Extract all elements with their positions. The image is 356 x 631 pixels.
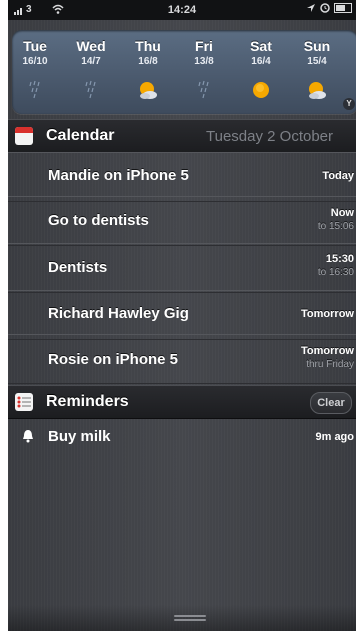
status-time: 14:24: [167, 4, 197, 16]
calendar-event-row[interactable]: Mandie on iPhone 5 Today: [8, 152, 356, 202]
weather-day-temps: 16/8: [138, 56, 158, 67]
weather-widget[interactable]: Tue 16/10 Wed 14/7 Thu 16/8 Fri 13/8 Sat…: [12, 30, 356, 114]
location-arrow-icon: [307, 4, 315, 12]
weather-day: Wed 14/7: [71, 38, 111, 99]
weather-day: Sun 15/4: [297, 38, 337, 99]
event-end: to 16:30: [317, 267, 354, 278]
event-when: Today: [322, 170, 354, 182]
weather-day-name: Sat: [250, 38, 272, 54]
weather-day-name: Thu: [135, 38, 161, 54]
event-when: Tomorrow: [301, 345, 354, 357]
weather-day-name: Fri: [195, 38, 213, 54]
event-when: 15:30: [325, 253, 354, 265]
weather-day-name: Wed: [76, 38, 106, 54]
reminders-icon: [15, 393, 33, 411]
status-right: [306, 3, 352, 13]
bell-icon: [23, 430, 33, 443]
event-end: to 15:06: [317, 221, 354, 232]
weather-day-temps: 16/4: [251, 56, 271, 67]
reminders-title: Reminders: [46, 393, 129, 410]
rain-icon: [85, 80, 96, 99]
status-bar: 3 14:24: [8, 0, 356, 20]
event-title: Richard Hawley Gig: [48, 305, 189, 322]
weather-day-name: Sun: [303, 38, 331, 54]
event-time: Now to 15:06: [318, 207, 354, 232]
weather-day-name: Tue: [23, 38, 47, 54]
rain-icon: [198, 80, 209, 99]
sun-icon: [253, 82, 269, 98]
event-end: thru Friday: [306, 359, 354, 370]
calendar-header[interactable]: Calendar Tuesday 2 October: [8, 119, 356, 153]
event-time: 15:30 to 16:30: [318, 253, 354, 278]
event-title: Mandie on iPhone 5: [48, 167, 189, 184]
rain-icon: [29, 80, 40, 99]
clear-button[interactable]: Clear: [310, 392, 352, 414]
event-time: Tomorrow: [301, 308, 354, 320]
notification-center: 3 14:24 Tue 16/10 Wed 14/7 Thu 16/8 Fri …: [8, 0, 356, 631]
reminder-row[interactable]: Buy milk 9m ago: [8, 420, 356, 460]
event-when: Tomorrow: [301, 308, 354, 320]
calendar-date: Tuesday 2 October: [206, 128, 334, 145]
reminder-title: Buy milk: [48, 428, 111, 445]
calendar-icon: [15, 127, 33, 145]
weather-day-temps: 14/7: [81, 56, 101, 67]
event-time: Today: [322, 170, 354, 182]
weather-day-temps: 16/10: [22, 56, 48, 67]
calendar-event-row[interactable]: Dentists 15:30 to 16:30: [8, 243, 356, 293]
calendar-event-row[interactable]: Richard Hawley Gig Tomorrow: [8, 290, 356, 340]
calendar-event-row[interactable]: Rosie on iPhone 5 Tomorrow thru Friday: [8, 334, 356, 384]
event-title: Go to dentists: [48, 212, 149, 229]
weather-day-temps: 15/4: [307, 56, 327, 67]
event-title: Dentists: [48, 259, 108, 276]
event-time: Tomorrow thru Friday: [301, 345, 354, 370]
event-when: Now: [330, 207, 354, 219]
event-title: Rosie on iPhone 5: [48, 351, 179, 368]
weather-day: Sat 16/4: [241, 38, 281, 98]
weather-day: Thu 16/8: [128, 38, 168, 99]
calendar-title: Calendar: [46, 127, 115, 144]
reminders-header[interactable]: Reminders Clear: [8, 385, 356, 419]
weather-day: Tue 16/10: [15, 38, 55, 99]
yahoo-badge-icon: Y: [343, 98, 355, 110]
weather-day-temps: 13/8: [194, 56, 214, 67]
battery-icon: [334, 3, 352, 13]
grabber-handle-icon[interactable]: [174, 615, 206, 623]
reminder-time: 9m ago: [315, 431, 354, 443]
partly-cloudy-icon: [140, 82, 157, 99]
calendar-event-row[interactable]: Go to dentists Now to 15:06: [8, 196, 356, 246]
partly-cloudy-icon: [309, 82, 326, 99]
weather-day: Fri 13/8: [184, 38, 224, 99]
alarm-icon: [320, 3, 330, 13]
